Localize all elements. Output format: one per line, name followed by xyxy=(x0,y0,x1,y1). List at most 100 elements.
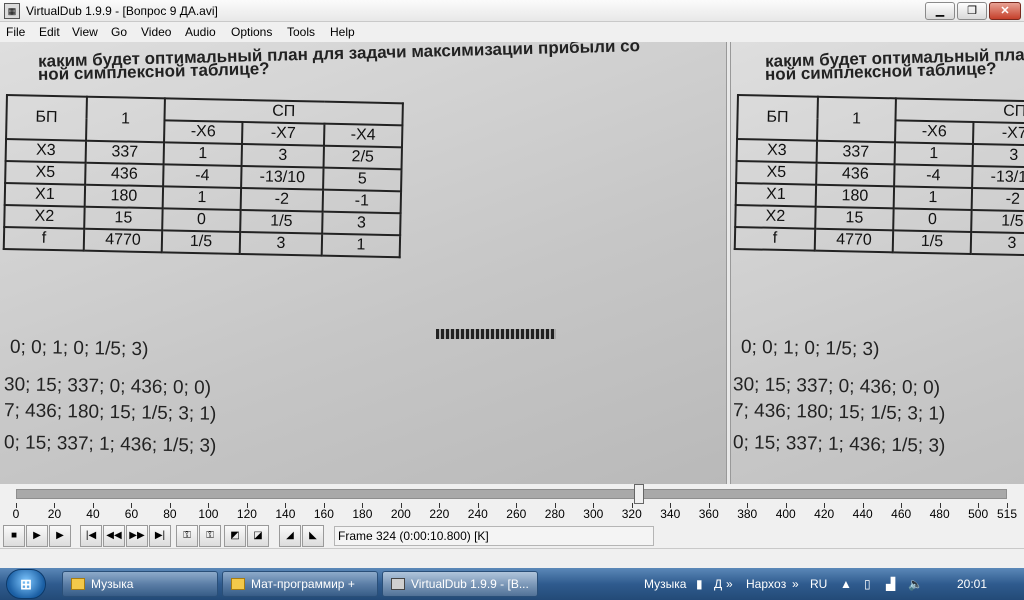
timeline[interactable]: 0 20 40 60 80 100 120 140 160 180 200 220 240 260 280 3… xyxy=(0,484,1024,524)
table-cell: 180 xyxy=(815,184,895,209)
table-cell: 5 xyxy=(323,167,402,192)
menu-video[interactable]: Video xyxy=(141,25,171,39)
table-subheader: -X6 xyxy=(895,120,974,144)
step-forward-icon[interactable]: ▶▶ xyxy=(126,525,148,547)
table-cell: f xyxy=(734,226,816,251)
timeline-tick-label: 0 xyxy=(12,507,20,521)
table-cell: -1 xyxy=(322,189,402,214)
language-indicator[interactable]: RU xyxy=(810,577,827,591)
timeline-tick-label: 80 xyxy=(163,507,177,521)
battery-icon[interactable]: ▯ xyxy=(864,577,871,591)
timeline-position-slider[interactable] xyxy=(634,484,645,504)
title-bar: ▦ VirtualDub 1.9.9 - [Вопрос 9 ДА.avi] ▁… xyxy=(0,0,1024,22)
menu-edit[interactable]: Edit xyxy=(39,25,60,39)
table-subheader: -X7 xyxy=(973,121,1024,146)
menu-go[interactable]: Go xyxy=(111,25,127,39)
table-cell: 1 xyxy=(893,186,973,210)
cursor-mark xyxy=(436,329,556,339)
taskbar-item-label: Мат-программир + xyxy=(251,577,355,591)
prev-keyframe-icon[interactable]: ⚿ xyxy=(176,525,198,547)
go-end-icon[interactable]: ▶| xyxy=(149,525,171,547)
table-cell: 3 xyxy=(972,143,1024,168)
table-cell: 1/5 xyxy=(240,209,323,234)
table-header-one: 1 xyxy=(817,96,896,143)
chevron-right-icon[interactable]: » xyxy=(726,577,733,591)
toolbar-music-label[interactable]: Музыка xyxy=(644,577,686,591)
timeline-track[interactable] xyxy=(16,489,1007,499)
toolbar-d-label[interactable]: Д xyxy=(714,577,722,591)
table-cell: X5 xyxy=(736,161,817,185)
prev-scene-icon[interactable]: ◩ xyxy=(224,525,246,547)
answer-line: 7; 436; 180; 15; 1/5; 3; 1) xyxy=(3,400,217,425)
answer-line: 0; 0; 1; 0; 1/5; 3) xyxy=(9,336,149,361)
table-header-bp: БП xyxy=(6,95,87,141)
show-hidden-icons-icon[interactable]: ▲ xyxy=(840,577,852,591)
table-cell: X2 xyxy=(4,204,85,229)
table-cell: 1 xyxy=(162,186,242,210)
minimize-button[interactable]: ▁ xyxy=(925,2,955,20)
virtualdub-app-icon[interactable]: ▦ xyxy=(4,3,20,19)
table-cell: X3 xyxy=(5,139,87,163)
mark-out-icon[interactable]: ◣ xyxy=(302,525,324,547)
next-keyframe-icon[interactable]: ⚿ xyxy=(199,525,221,547)
frame-info-field[interactable]: Frame 324 (0:00:10.800) [K] xyxy=(334,526,654,546)
table-cell: 3 xyxy=(241,143,324,168)
timeline-tick-label: 480 xyxy=(929,507,950,521)
video-area: каким будет оптимальный план для задачи … xyxy=(0,42,1024,484)
video-frame: каким будет оптимальный план для задачи … xyxy=(731,42,1024,484)
folder-icon xyxy=(231,578,245,590)
clock[interactable]: 20:01 xyxy=(957,577,987,591)
menu-view[interactable]: View xyxy=(72,25,98,39)
table-cell: 1 xyxy=(163,142,243,166)
toolbar-narhoz-label[interactable]: Нарxoз xyxy=(746,577,786,591)
virtualdub-icon xyxy=(391,578,405,590)
go-start-icon[interactable]: |◀ xyxy=(80,525,102,547)
input-video-pane[interactable]: каким будет оптимальный план для задачи … xyxy=(0,42,726,484)
chevron-right-icon[interactable]: » xyxy=(792,577,799,591)
timeline-tick-label: 280 xyxy=(544,507,565,521)
stop-icon[interactable]: ■ xyxy=(3,525,25,547)
output-video-pane[interactable]: каким будет оптимальный план для задачи … xyxy=(731,42,1024,484)
menu-help[interactable]: Help xyxy=(330,25,355,39)
timeline-tick-label: 440 xyxy=(852,507,873,521)
step-back-icon[interactable]: ◀◀ xyxy=(103,525,125,547)
menu-tools[interactable]: Tools xyxy=(287,25,315,39)
table-cell: 436 xyxy=(85,162,164,187)
answer-line: 30; 15; 337; 0; 436; 0; 0) xyxy=(732,374,941,399)
mark-in-icon[interactable]: ◢ xyxy=(279,525,301,547)
table-cell: 1 xyxy=(894,142,974,166)
timeline-tick-label: 100 xyxy=(198,507,219,521)
maximize-button[interactable]: ❐ xyxy=(957,2,987,20)
folder-icon[interactable]: ▮ xyxy=(696,577,703,591)
table-cell: 2/5 xyxy=(323,145,402,170)
menu-bar: File Edit View Go Video Audio Options To… xyxy=(0,22,1024,42)
table-cell: -13/10 xyxy=(241,165,324,190)
taskbar-item-mat-programming[interactable]: Мат-программир + xyxy=(222,571,378,597)
menu-options[interactable]: Options xyxy=(231,25,272,39)
volume-icon[interactable]: 🔈 xyxy=(908,577,923,591)
play-input-icon[interactable]: ▶ xyxy=(26,525,48,547)
taskbar-item-music[interactable]: Музыка xyxy=(62,571,218,597)
play-output-icon[interactable]: ▶ xyxy=(49,525,71,547)
network-icon[interactable]: ▟ xyxy=(886,577,895,591)
start-button[interactable]: ⊞ xyxy=(6,569,46,599)
table-subheader: -X4 xyxy=(323,123,403,148)
timeline-tick-label: 20 xyxy=(47,507,62,521)
menu-audio[interactable]: Audio xyxy=(185,25,216,39)
timeline-tick-label: 380 xyxy=(737,507,758,521)
timeline-tick-label: 300 xyxy=(583,507,604,521)
table-cell: X1 xyxy=(4,183,86,207)
close-button[interactable]: ✕ xyxy=(989,2,1021,20)
playback-toolbar: ■ ▶ ▶ |◀ ◀◀ ▶▶ ▶| ⚿ ⚿ ◩ ◪ ◢ ◣ Frame 324 … xyxy=(0,524,1024,548)
table-cell: 15 xyxy=(84,206,163,231)
taskbar-item-virtualdub[interactable]: VirtualDub 1.9.9 - [В... xyxy=(382,571,538,597)
table-cell: 0 xyxy=(893,208,972,232)
menu-file[interactable]: File xyxy=(6,25,25,39)
table-cell: 4770 xyxy=(83,228,163,253)
next-scene-icon[interactable]: ◪ xyxy=(247,525,269,547)
table-cell: 337 xyxy=(816,140,896,165)
timeline-tick-label: 180 xyxy=(352,507,373,521)
status-bar xyxy=(0,548,1024,568)
table-cell: 1/5 xyxy=(892,230,972,254)
video-frame: каким будет оптимальный план для задачи … xyxy=(0,42,726,484)
